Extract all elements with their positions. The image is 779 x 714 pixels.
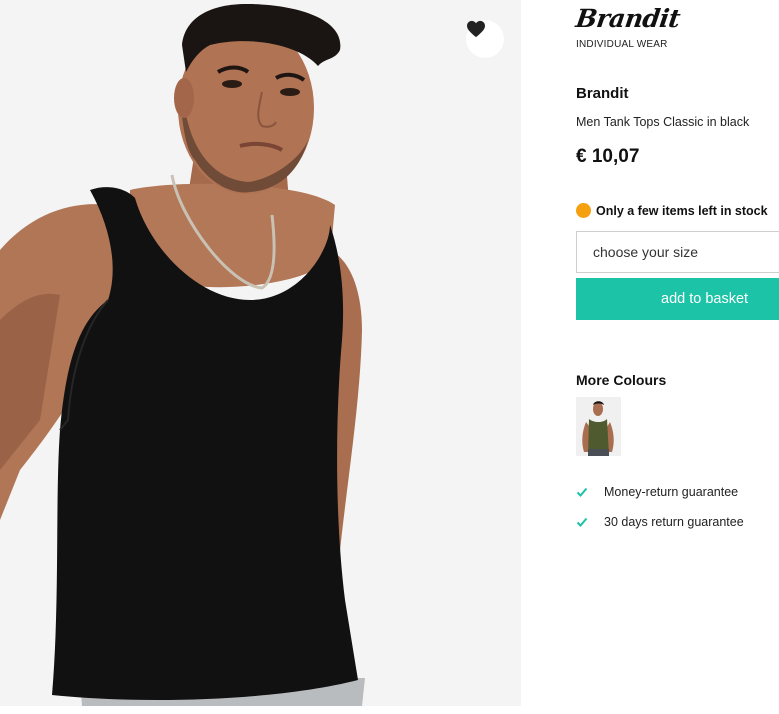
size-select-placeholder: choose your size	[593, 244, 699, 260]
product-image[interactable]	[0, 0, 521, 706]
check-icon	[576, 486, 588, 498]
guarantee-money-return: Money-return guarantee	[576, 485, 738, 499]
model-photo	[0, 0, 521, 706]
brand-name[interactable]: Brandit	[576, 85, 629, 102]
wishlist-button[interactable]	[466, 20, 504, 58]
guarantee-30-days: 30 days return guarantee	[576, 515, 744, 529]
stock-text: Only a few items left in stock	[596, 203, 768, 218]
product-price: € 10,07	[576, 146, 640, 167]
stock-indicator-dot	[576, 203, 591, 218]
heart-icon	[467, 20, 485, 38]
stock-status: Only a few items left in stock	[576, 203, 768, 218]
brand-logo-script: Brandit	[574, 4, 682, 33]
colour-swatch-olive[interactable]	[576, 397, 621, 456]
guarantee-label: Money-return guarantee	[604, 485, 739, 499]
colour-swatch-image	[576, 397, 621, 456]
size-select[interactable]: choose your size	[576, 231, 779, 273]
brand-logo[interactable]: Brandit INDIVIDUAL WEAR	[574, 4, 686, 52]
product-title: Men Tank Tops Classic in black	[576, 115, 750, 129]
guarantee-label: 30 days return guarantee	[604, 515, 744, 529]
add-to-basket-button[interactable]: add to basket	[576, 278, 779, 320]
brand-logo-subtitle: INDIVIDUAL WEAR	[576, 39, 668, 50]
more-colours-title: More Colours	[576, 372, 667, 388]
product-details: Brandit INDIVIDUAL WEAR Brandit Men Tank…	[574, 0, 779, 714]
check-icon	[576, 516, 588, 528]
